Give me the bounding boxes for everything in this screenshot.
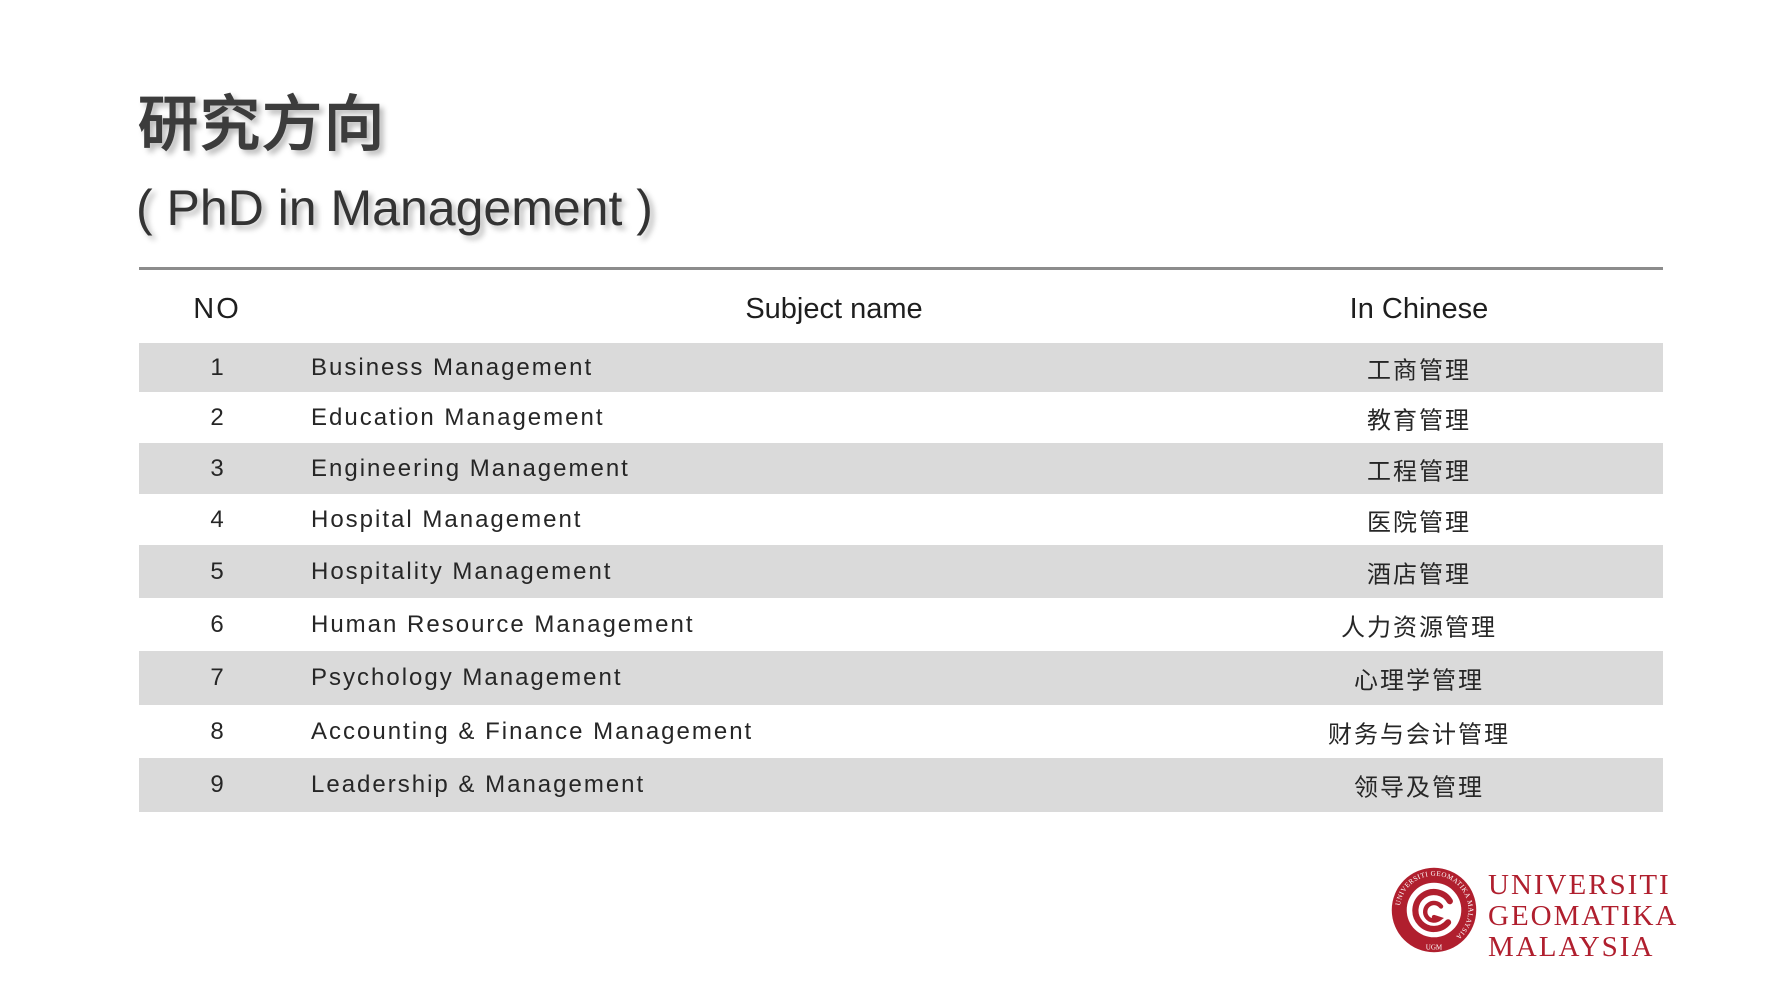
header-divider (139, 267, 1663, 270)
table-row: 5 Hospitality Management 酒店管理 (139, 545, 1663, 598)
subject-chinese-name: 财务与会计管理 (1328, 720, 1510, 748)
table-row: 7 Psychology Management 心理学管理 (139, 651, 1663, 705)
column-header-no: NO (193, 293, 241, 325)
subject-chinese-name: 人力资源管理 (1341, 613, 1497, 641)
table-row: 9 Leadership & Management 领导及管理 (139, 758, 1663, 812)
row-number: 7 (210, 664, 224, 691)
table-row: 2 Education Management 教育管理 (139, 392, 1663, 443)
subject-name: Hospital Management (311, 505, 583, 533)
subject-chinese-name: 工商管理 (1367, 356, 1471, 384)
row-number: 8 (210, 717, 224, 745)
subject-chinese-name: 领导及管理 (1354, 773, 1484, 802)
subject-chinese-name: 工程管理 (1367, 457, 1471, 485)
subject-name: Business Management (311, 353, 594, 381)
table-header: NO Subject name In Chinese (139, 285, 1663, 337)
subject-chinese-name: 心理学管理 (1354, 666, 1484, 695)
row-number: 6 (210, 610, 224, 638)
table-row: 1 Business Management 工商管理 (139, 343, 1663, 392)
university-name-line: UNIVERSITI (1488, 869, 1671, 901)
subject-name: Human Resource Management (311, 610, 695, 638)
subject-name: Hospitality Management (311, 557, 613, 585)
seal-abbrev: UGM (1426, 944, 1443, 952)
page-title: 研究方向 (138, 90, 386, 160)
subject-table: 1 Business Management 工商管理 2 Education M… (139, 343, 1663, 812)
subject-name: Engineering Management (311, 454, 630, 482)
table-row: 6 Human Resource Management 人力资源管理 (139, 598, 1663, 651)
subject-name: Leadership & Management (311, 771, 646, 798)
page-subtitle: ( PhD in Management ) (136, 180, 653, 236)
university-name-line: GEOMATIKA (1488, 900, 1679, 932)
table-row: 8 Accounting & Finance Management 财务与会计管… (139, 705, 1663, 758)
column-header-chinese: In Chinese (1349, 293, 1489, 325)
row-number: 5 (210, 557, 224, 585)
subject-name: Accounting & Finance Management (311, 717, 754, 745)
subject-chinese-name: 教育管理 (1367, 406, 1471, 434)
row-number: 4 (210, 505, 224, 533)
subject-name: Psychology Management (311, 664, 623, 691)
university-name: UNIVERSITI GEOMATIKA MALAYSIA (1488, 870, 1678, 963)
university-seal-logo: UNIVERSITI GEOMATIKA MALAYSIA UGM (1391, 867, 1477, 953)
row-number: 1 (210, 353, 224, 381)
row-number: 2 (210, 403, 224, 431)
university-name-line: MALAYSIA (1488, 931, 1655, 963)
row-number: 3 (210, 454, 224, 482)
table-row: 3 Engineering Management 工程管理 (139, 443, 1663, 494)
subject-chinese-name: 酒店管理 (1367, 560, 1471, 588)
subject-name: Education Management (311, 403, 605, 431)
table-row: 4 Hospital Management 医院管理 (139, 494, 1663, 545)
row-number: 9 (210, 771, 224, 798)
subject-chinese-name: 医院管理 (1367, 508, 1471, 536)
column-header-subject: Subject name (745, 293, 923, 325)
